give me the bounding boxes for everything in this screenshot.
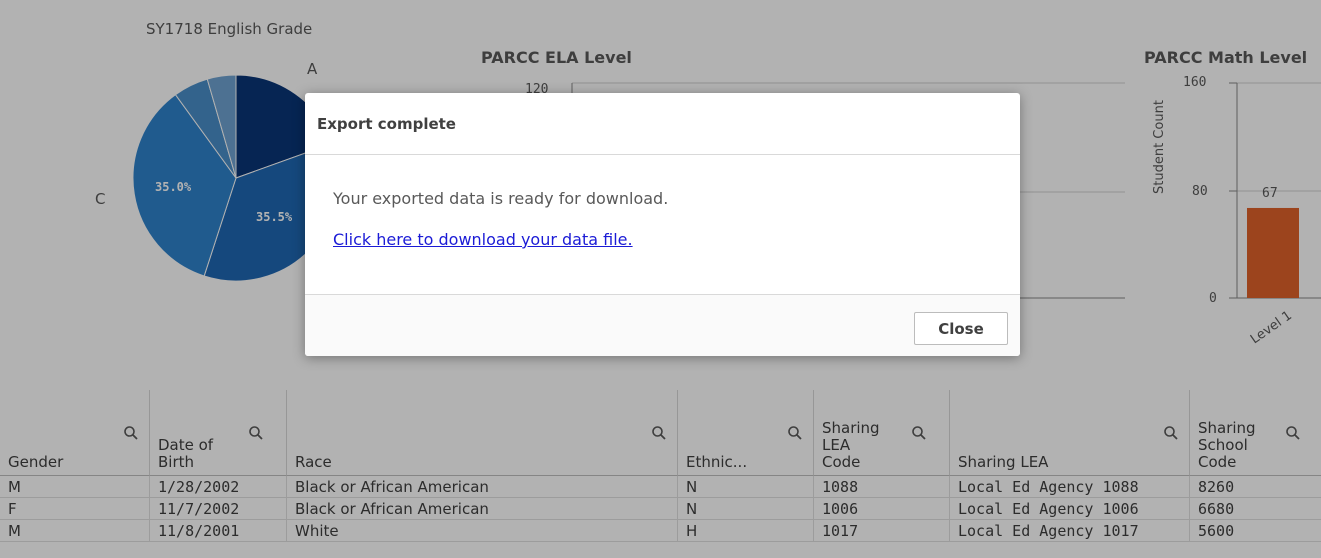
- dialog-title: Export complete: [317, 115, 456, 133]
- dialog-message: Your exported data is ready for download…: [333, 189, 669, 208]
- close-button[interactable]: Close: [914, 312, 1008, 345]
- export-dialog: Export complete Your exported data is re…: [305, 93, 1020, 356]
- dialog-header: Export complete: [305, 93, 1020, 155]
- dialog-footer: Close: [305, 294, 1020, 356]
- download-link[interactable]: Click here to download your data file.: [333, 230, 633, 249]
